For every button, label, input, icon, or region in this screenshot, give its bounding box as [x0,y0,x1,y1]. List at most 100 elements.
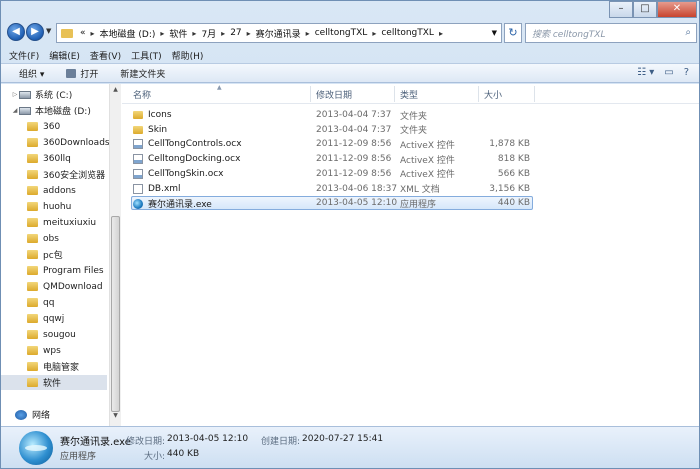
breadcrumb-separator-icon[interactable]: ▸ [304,29,312,38]
folder-icon [27,250,38,259]
sidebar-folder-item[interactable]: qqwj [1,311,107,326]
network-icon [15,409,27,420]
breadcrumb-item[interactable]: 赛尔通讯录 [253,27,304,40]
ocx-icon [133,139,143,150]
view-controls: ☷ ▾ ▭ ? [637,67,689,78]
address-dropdown-icon[interactable]: ▼ [492,29,497,37]
sidebar-drive-item[interactable]: ▷ 系统 (C:) [1,87,107,102]
column-header-size[interactable]: 大小 [484,88,502,101]
expanded-arrow-icon[interactable]: ◢ [11,107,19,114]
app-icon [19,431,53,465]
menu-item[interactable]: 文件(F) [9,49,39,62]
breadcrumb-separator-icon[interactable]: ▸ [219,29,227,38]
breadcrumb-item[interactable]: 本地磁盘 (D:) [97,27,159,40]
recent-pages-dropdown[interactable]: ▼ [46,27,51,35]
search-icon[interactable]: ⌕ [685,27,691,38]
menu-item[interactable]: 帮助(H) [172,49,204,62]
sidebar-folder-item[interactable]: addons [1,183,107,198]
file-row[interactable]: DB.xml 2013-04-06 18:37 XML 文档 3,156 KB [132,182,532,196]
file-date: 2013-04-06 18:37 [316,183,398,194]
breadcrumb-item[interactable]: celltongTXL [378,28,437,38]
details-created-label: 创建日期: [261,437,301,447]
breadcrumb-separator-icon[interactable]: ▸ [370,29,378,38]
column-divider[interactable] [310,86,311,102]
column-divider[interactable] [394,86,395,102]
file-name: Icons [148,110,172,120]
forward-button[interactable]: ▶ [26,23,44,41]
open-button[interactable]: 打开 [66,67,98,80]
sidebar-folder-item[interactable]: meituxiuxiu [1,215,107,230]
sidebar-folder-item[interactable]: pc包 [1,247,107,262]
menu-item[interactable]: 工具(T) [131,49,162,62]
organize-button[interactable]: 组织 ▾ [19,67,44,80]
file-row[interactable]: CelltongDocking.ocx 2011-12-09 8:56 Active… [132,152,532,166]
breadcrumb-separator-icon[interactable]: ▸ [89,29,97,38]
breadcrumb-separator-icon[interactable]: ▸ [245,29,253,38]
details-modified-label: 修改日期: [126,437,166,447]
sidebar-folder-item[interactable]: huohu [1,199,107,214]
column-divider[interactable] [478,86,479,102]
minimize-button[interactable]: – [609,1,633,18]
column-header-type[interactable]: 类型 [400,88,418,101]
sidebar-folder-item[interactable]: sougou [1,327,107,342]
file-type: 文件夹 [400,111,428,122]
preview-pane-icon[interactable]: ▭ [664,67,673,78]
folder-icon [133,125,143,134]
sidebar-folder-item[interactable]: 360安全浏览器 [1,167,107,182]
sidebar-folder-item[interactable]: obs [1,231,107,246]
menu-item[interactable]: 查看(V) [90,49,121,62]
drive-icon [19,90,31,99]
file-row[interactable]: CellTongControls.ocx 2011-12-09 8:56 Activ… [132,137,532,151]
folder-icon [27,266,38,275]
details-pane: 赛尔通讯录.exe 应用程序 修改日期: 2013-04-05 12:10 创建… [1,426,699,468]
breadcrumb-item[interactable]: 软件 [166,27,190,40]
breadcrumb-item[interactable]: 27 [227,28,244,38]
close-button[interactable]: ✕ [657,1,697,18]
folder-icon [27,330,38,339]
help-icon[interactable]: ? [684,67,689,78]
navigation-scrollbar[interactable]: ▲ ▼ [109,84,121,426]
breadcrumb-item[interactable]: 7月 [198,27,219,40]
sidebar-folder-item[interactable]: wps [1,343,107,358]
collapsed-arrow-icon[interactable]: ▷ [11,91,19,98]
file-row[interactable]: CellTongSkin.ocx 2011-12-09 8:56 ActiveX 控… [132,167,532,181]
file-row[interactable]: 赛尔通讯录.exe 2013-04-05 12:10 应用程序 440 KB [131,196,533,211]
file-row[interactable]: Icons 2013-04-04 7:37 文件夹 [132,108,532,122]
breadcrumb-separator-icon[interactable]: ▸ [158,29,166,38]
back-button[interactable]: ◀ [7,23,25,41]
sidebar-item-label: qq [43,297,55,308]
folder-icon [61,28,73,38]
sidebar-network-item[interactable]: 网络 [1,407,107,422]
sidebar-drive-item[interactable]: ◢ 本地磁盘 (D:) [1,103,107,118]
breadcrumb-separator-icon[interactable]: ▸ [190,29,198,38]
column-divider[interactable] [534,86,535,102]
breadcrumb-overflow[interactable]: « [77,28,89,38]
scrollbar-thumb[interactable] [111,216,120,412]
search-input[interactable]: 搜索 celltongTXL ⌕ [525,23,697,43]
sidebar-folder-item[interactable]: qq [1,295,107,310]
column-header-name[interactable]: 名称 [133,88,151,101]
breadcrumb-item[interactable]: celltongTXL [312,28,371,38]
new-folder-button[interactable]: 新建文件夹 [120,67,165,80]
view-options-icon[interactable]: ☷ ▾ [637,67,654,78]
scroll-up-icon[interactable]: ▲ [110,86,121,98]
sidebar-folder-item[interactable]: 电脑管家 [1,359,107,374]
maximize-button[interactable]: □ [633,1,657,18]
file-row[interactable]: Skin 2013-04-04 7:37 文件夹 [132,123,532,137]
file-name: 赛尔通讯录.exe [148,199,212,210]
sidebar-folder-item[interactable]: 360Downloads [1,135,110,150]
file-date: 2013-04-04 7:37 [316,110,392,120]
sidebar-folder-item[interactable]: 软件 [1,375,107,390]
scroll-down-icon[interactable]: ▼ [110,412,121,424]
address-bar[interactable]: « ▸ 本地磁盘 (D:) ▸ 软件 ▸ 7月 ▸ 27 ▸ 赛尔通讯录 ▸ celltongTXL ▸… [56,23,502,43]
sidebar-folder-item[interactable]: QMDownload [1,279,107,294]
sidebar-folder-item[interactable]: 360 [1,119,107,134]
breadcrumb-separator-icon[interactable]: ▸ [437,29,445,38]
refresh-button[interactable]: ↻ [504,23,522,43]
sidebar-item-label: 360 [43,121,61,132]
column-header-date[interactable]: 修改日期 [316,88,352,101]
sidebar-folder-item[interactable]: 360llq [1,151,107,166]
menu-item[interactable]: 编辑(E) [49,49,80,62]
sidebar-folder-item[interactable]: Program Files [1,263,107,278]
folder-icon [27,186,38,195]
